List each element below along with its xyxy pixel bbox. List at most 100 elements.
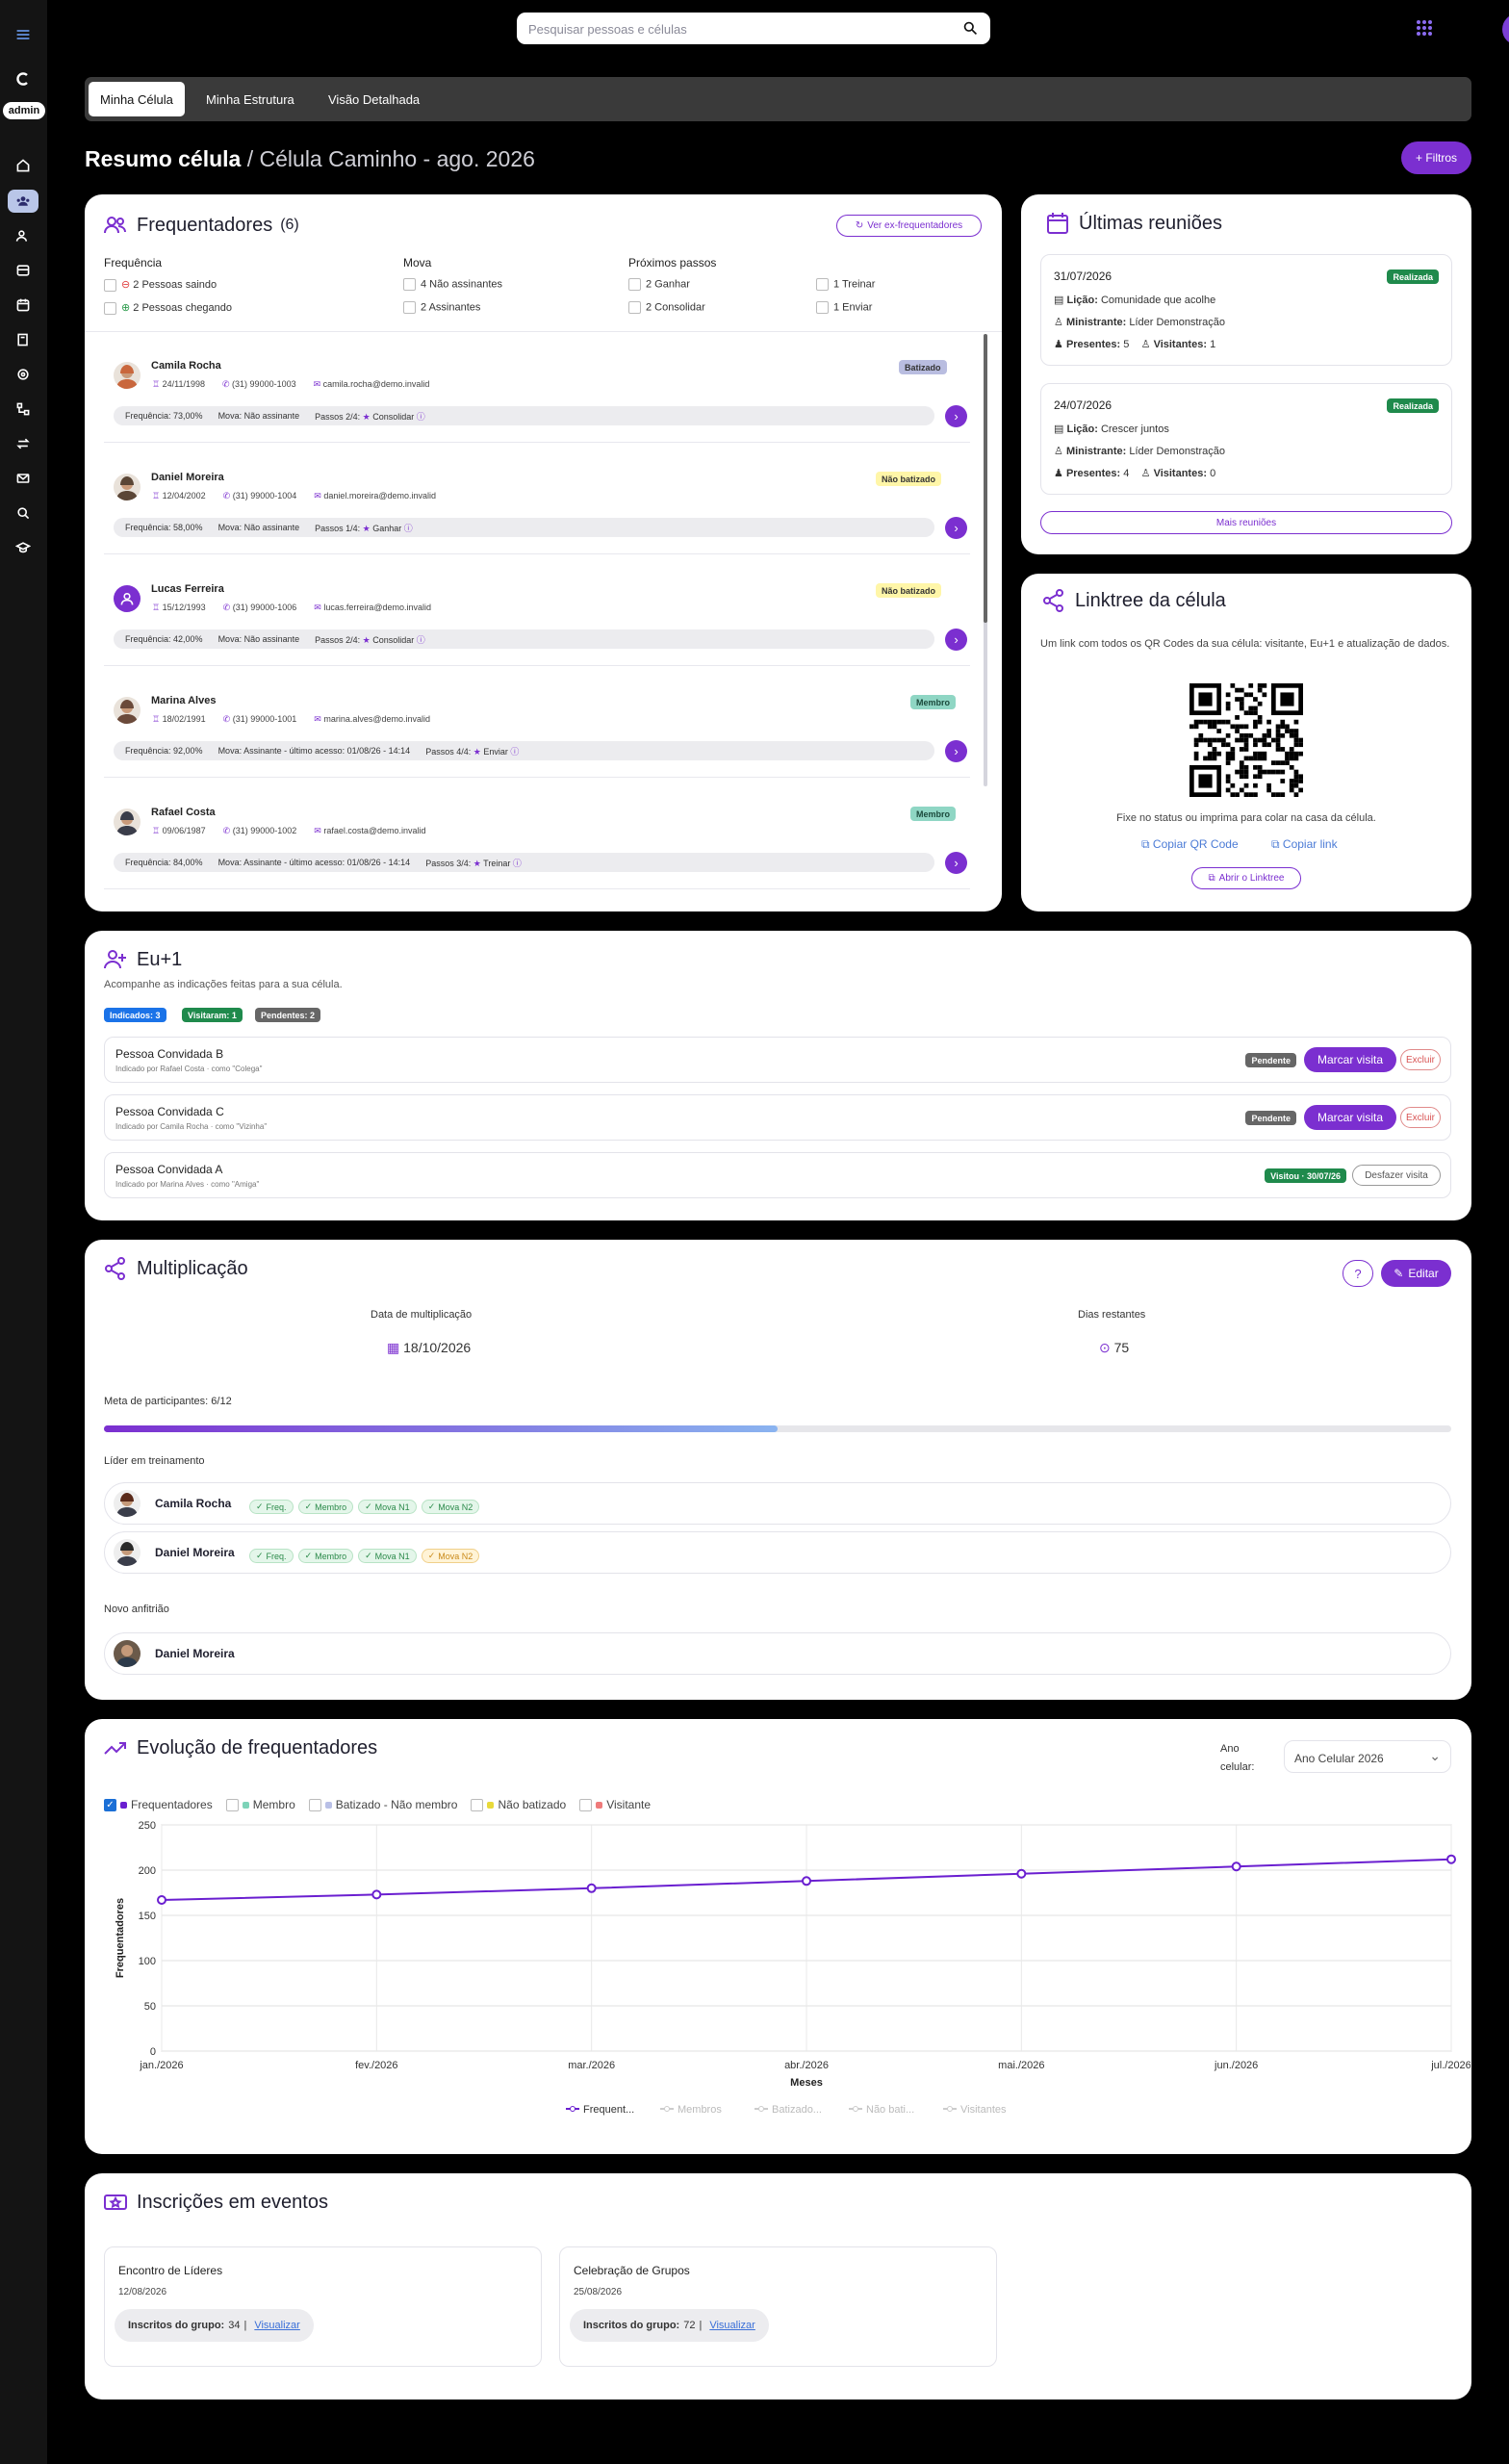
open-person-button[interactable]: › — [945, 629, 967, 651]
more-meetings-button[interactable]: Mais reuniões — [1040, 511, 1452, 534]
legend-item[interactable]: Membros — [660, 2104, 722, 2116]
transfer-icon[interactable] — [8, 432, 38, 455]
leader-row[interactable]: Camila Rocha ✓ Freq. ✓ Membro ✓ Mova N1 ✓ M… — [104, 1482, 1451, 1525]
chart-filter-item[interactable]: Visitante — [579, 1798, 651, 1811]
step-icon: ★ — [473, 858, 481, 868]
tab-visao-detalhada[interactable]: Visão Detalhada — [317, 82, 431, 116]
steps-item-enviar[interactable]: 1 Enviar — [816, 301, 872, 314]
freq-item-leaving-label: 2 Pessoas saindo — [133, 279, 217, 291]
person-name: Lucas Ferreira — [151, 583, 224, 595]
tab-minha-celula[interactable]: Minha Célula — [89, 82, 185, 116]
calendar-icon[interactable] — [8, 294, 38, 317]
days-remaining: ⊙ 75 — [1099, 1340, 1129, 1356]
menu-icon[interactable] — [8, 23, 38, 46]
view-registrations-link[interactable]: Visualizar — [709, 2320, 755, 2331]
open-person-button[interactable]: › — [945, 517, 967, 539]
person-birth: ♖ 15/12/1993 — [152, 603, 206, 613]
delete-button[interactable]: Excluir — [1400, 1049, 1441, 1070]
open-person-button[interactable]: › — [945, 852, 967, 874]
steps-item-treinar[interactable]: 1 Treinar — [816, 278, 875, 291]
open-person-button[interactable]: › — [945, 740, 967, 762]
graduation-icon[interactable] — [8, 536, 38, 559]
user-avatar-icon[interactable] — [1502, 13, 1509, 45]
person-card[interactable] — [104, 570, 970, 666]
home-icon[interactable] — [8, 154, 38, 177]
delete-button[interactable]: Excluir — [1400, 1107, 1441, 1128]
data-point[interactable] — [1446, 1854, 1456, 1864]
data-point[interactable] — [371, 1889, 382, 1900]
legend-item[interactable]: Batizado... — [754, 2104, 822, 2116]
checkbox-icon[interactable] — [471, 1798, 484, 1811]
copy-link[interactable]: ⧉ Copiar link — [1271, 837, 1338, 852]
separator: | — [699, 2320, 703, 2331]
data-point[interactable] — [157, 1895, 166, 1906]
help-icon[interactable]: ? — [1343, 1260, 1373, 1287]
legend-item[interactable]: Visitantes — [943, 2104, 1007, 2116]
book-icon[interactable] — [8, 328, 38, 351]
settings-search-icon[interactable] — [8, 501, 38, 525]
meeting-card[interactable]: 31/07/2026 Realizada ▤ Lição: Comunidade… — [1040, 254, 1452, 366]
data-point[interactable] — [1016, 1868, 1027, 1879]
edit-button[interactable]: ✎ Editar — [1381, 1260, 1451, 1287]
support-icon[interactable] — [8, 363, 38, 386]
filters-button[interactable]: + Filtros — [1401, 141, 1471, 174]
search-input[interactable]: Pesquisar pessoas e células — [517, 13, 990, 44]
search-icon[interactable] — [962, 20, 979, 37]
invite-name: Pessoa Convidada B — [115, 1047, 224, 1061]
chart-filters: ✓ Frequentadores Membro Batizado - Não m… — [104, 1798, 651, 1811]
chart-filter-item[interactable]: Não batizado — [471, 1798, 566, 1811]
person-card[interactable] — [104, 681, 970, 778]
copy-qr-link[interactable]: ⧉ Copiar QR Code — [1141, 837, 1239, 852]
checkbox-icon[interactable] — [579, 1798, 593, 1811]
leader-tag: ✓ Mova N1 — [358, 1549, 417, 1563]
chevron-right-icon: › — [954, 521, 959, 535]
open-person-button[interactable]: › — [945, 405, 967, 427]
mail-icon[interactable] — [8, 467, 38, 490]
mark-visit-button[interactable]: Marcar visita — [1304, 1047, 1396, 1072]
chart-filter-item[interactable]: Membro — [225, 1798, 295, 1811]
legend-label: Visitantes — [960, 2104, 1007, 2116]
checkbox-icon[interactable] — [308, 1798, 321, 1811]
meeting-card[interactable]: 24/07/2026 Realizada ▤ Lição: Crescer ju… — [1040, 383, 1452, 495]
mova-item-assinantes-label: 2 Assinantes — [421, 301, 481, 314]
structure-icon[interactable] — [8, 398, 38, 421]
cell-group-icon[interactable] — [8, 190, 38, 213]
chart-filter-item[interactable]: ✓ Frequentadores — [104, 1798, 213, 1811]
eu1-subtitle: Acompanhe as indicações feitas para a su… — [104, 979, 343, 990]
steps-item-ganhar[interactable]: 2 Ganhar — [628, 278, 690, 291]
mark-visit-button[interactable]: Marcar visita — [1304, 1105, 1396, 1130]
multiplication-date-label: Data de multiplicação — [371, 1309, 473, 1321]
people-icon[interactable] — [8, 224, 38, 247]
host-row[interactable]: Daniel Moreira — [104, 1632, 1451, 1675]
person-card[interactable] — [104, 346, 970, 443]
leader-row[interactable]: Daniel Moreira ✓ Freq. ✓ Membro ✓ Mova N1 ✓… — [104, 1531, 1451, 1574]
steps-item-ganhar-label: 2 Ganhar — [646, 278, 690, 291]
tab-minha-estrutura[interactable]: Minha Estrutura — [194, 82, 306, 116]
data-point[interactable] — [802, 1876, 811, 1886]
data-point[interactable] — [1231, 1861, 1241, 1872]
person-email-value: camila.rocha@demo.invalid — [322, 379, 430, 389]
ex-frequentadores-button[interactable]: ↻ Ver ex-frequentadores — [836, 215, 982, 237]
checkbox-checked-icon[interactable]: ✓ — [104, 1798, 116, 1811]
evolucao-title: Evolução de frequentadores — [102, 1734, 377, 1761]
checkbox-icon[interactable] — [225, 1798, 239, 1811]
person-card[interactable] — [104, 458, 970, 554]
open-linktree-button[interactable]: ⧉ Abrir o Linktree — [1191, 867, 1301, 889]
scrollbar[interactable] — [984, 334, 987, 786]
cards-icon[interactable] — [8, 259, 38, 282]
person-card[interactable] — [104, 793, 970, 889]
mova-item-nao-assinantes[interactable]: 4 Não assinantes — [403, 278, 502, 291]
freq-item-leaving[interactable]: ⊖ 2 Pessoas saindo — [104, 278, 217, 292]
mova-item-assinantes[interactable]: 2 Assinantes — [403, 301, 480, 314]
legend-item[interactable]: Frequent... — [566, 2104, 634, 2116]
data-point[interactable] — [586, 1883, 597, 1893]
apps-grid-icon[interactable] — [1416, 19, 1433, 37]
freq-item-arriving[interactable]: ⊕ 2 Pessoas chegando — [104, 301, 232, 315]
steps-item-consolidar[interactable]: 2 Consolidar — [628, 301, 705, 314]
host-name: Daniel Moreira — [155, 1647, 235, 1660]
chart-filter-item[interactable]: Batizado - Não membro — [308, 1798, 457, 1811]
legend-item[interactable]: Não bati... — [849, 2104, 914, 2116]
year-select[interactable]: Ano Celular 2026 ⌄ — [1284, 1740, 1451, 1773]
undo-visit-button[interactable]: Desfazer visita — [1352, 1165, 1441, 1186]
view-registrations-link[interactable]: Visualizar — [254, 2320, 300, 2331]
